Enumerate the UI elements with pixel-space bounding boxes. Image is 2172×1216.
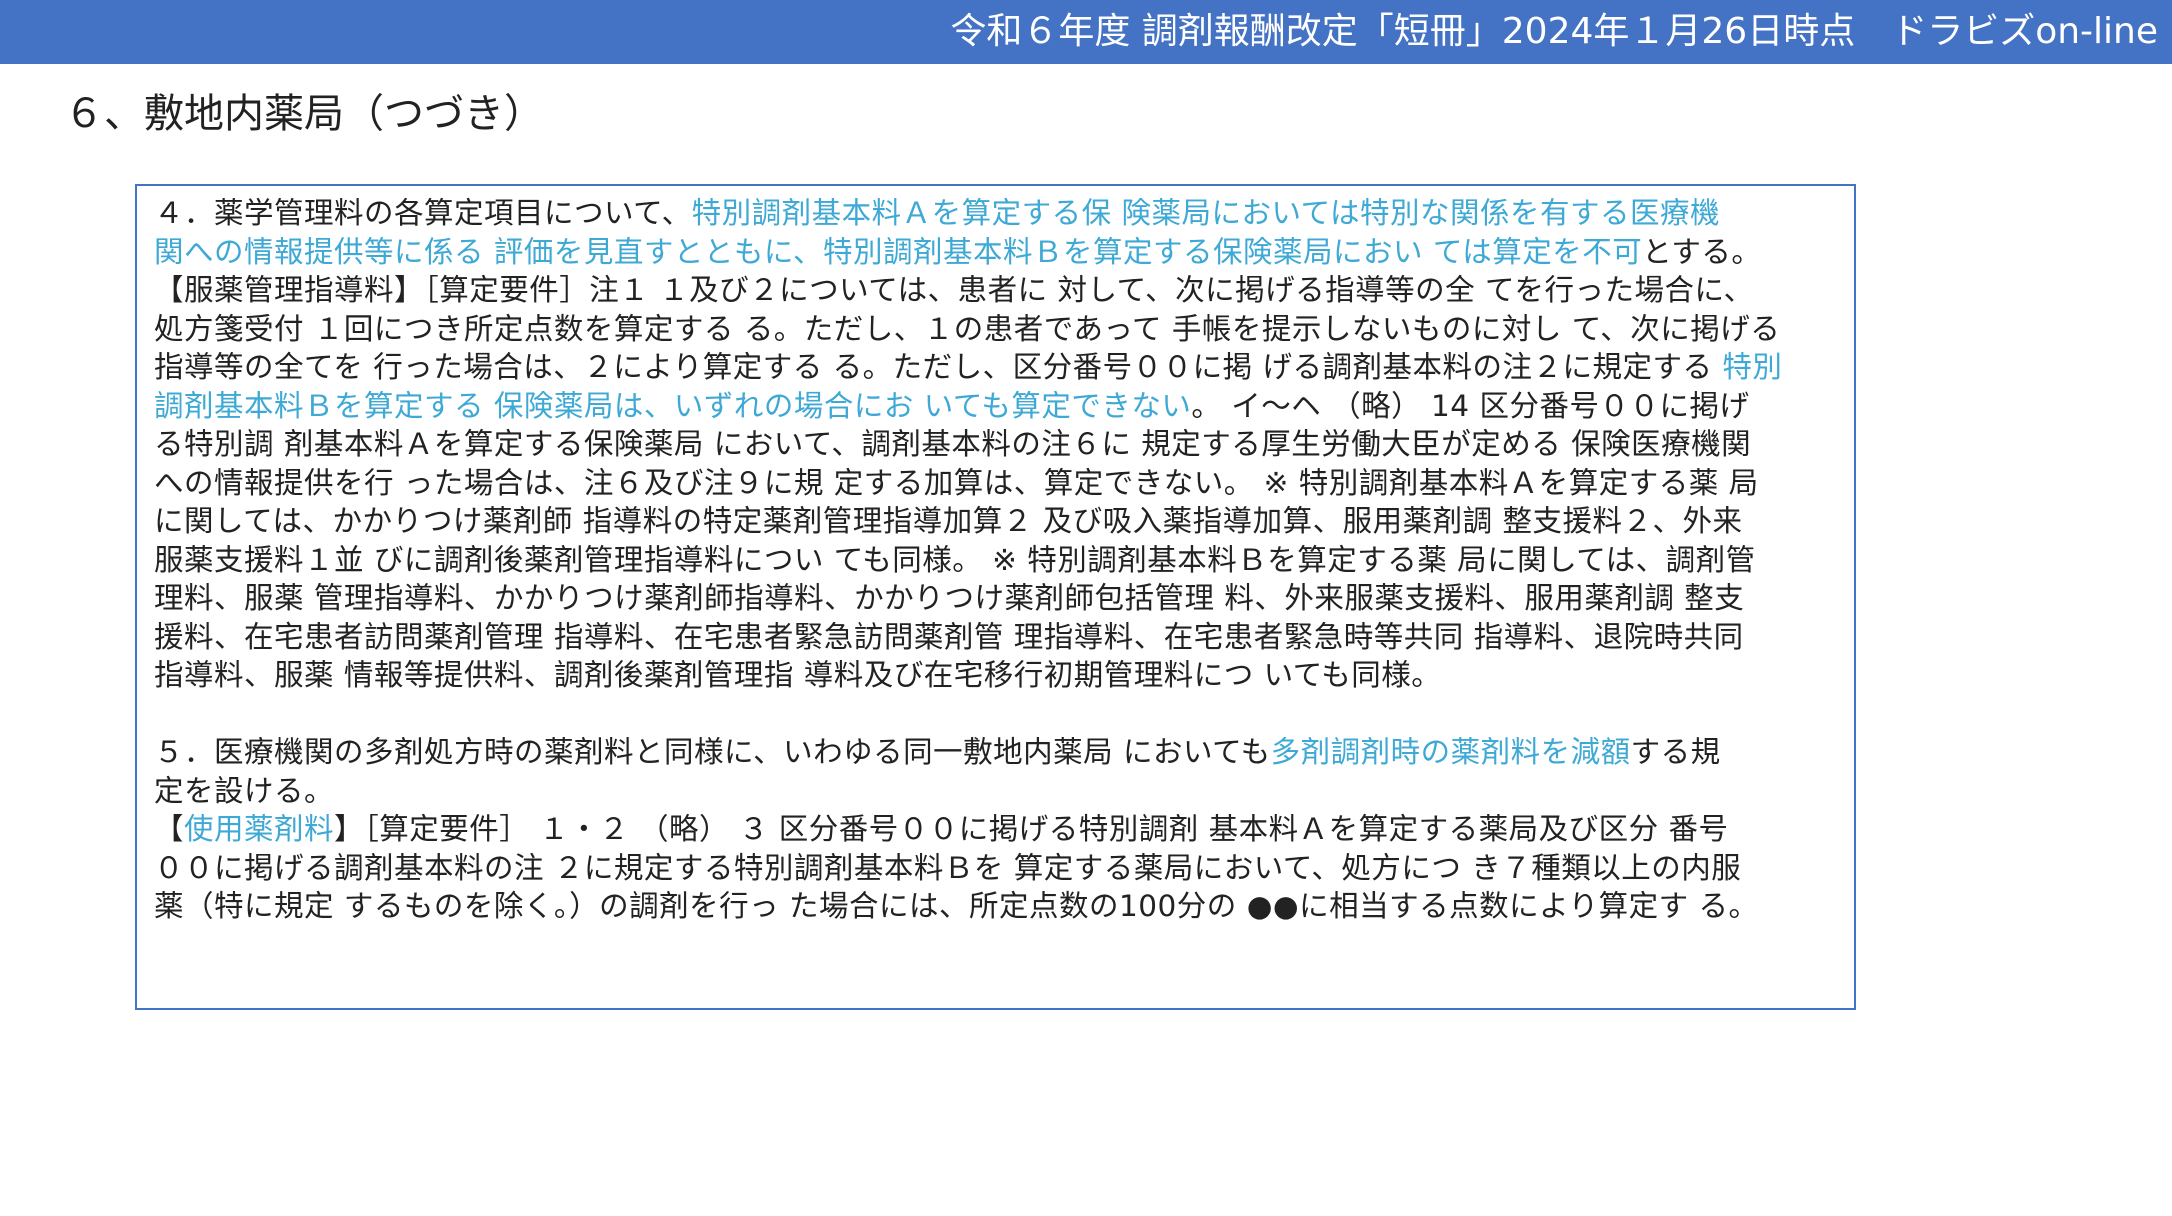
text-line: ００に掲げる調剤基本料の注 ２に規定する特別調剤基本料Ｂを 算定する薬局において… bbox=[154, 849, 1844, 888]
body-text: 【服薬管理指導料】［算定要件］注１ １及び２については、患者に 対して、次に掲げ… bbox=[154, 273, 1754, 307]
text-line: ４．薬学管理料の各算定項目について、特別調剤基本料Ａを算定する保 険薬局において… bbox=[154, 194, 1844, 233]
text-line: 服薬支援料１並 びに調剤後薬剤管理指導料につい ても同様。 ※ 特別調剤基本料Ｂ… bbox=[154, 541, 1844, 580]
body-text: る特別調 剤基本料Ａを算定する保険薬局 において、調剤基本料の注６に 規定する厚… bbox=[154, 427, 1752, 461]
text-line: への情報提供を行 った場合は、注６及び注９に規 定する加算は、算定できない。 ※… bbox=[154, 464, 1844, 503]
item-4-paragraph: ４．薬学管理料の各算定項目について、特別調剤基本料Ａを算定する保 険薬局において… bbox=[154, 194, 1844, 695]
item-5-paragraph: ５．医療機関の多剤処方時の薬剤料と同様に、いわゆる同一敷地内薬局 においても多剤… bbox=[154, 733, 1844, 926]
body-text: 処方箋受付 １回につき所定点数を算定する る。ただし、１の患者であって 手帳を提… bbox=[154, 311, 1781, 346]
text-line: 薬（特に規定 するものを除く。）の調剤を行っ た場合には、所定点数の100分の … bbox=[154, 887, 1844, 926]
body-text: 援料、在宅患者訪問薬剤管理 指導料、在宅患者緊急訪問薬剤管 理指導料、在宅患者緊… bbox=[154, 619, 1744, 654]
text-line: 調剤基本料Ｂを算定する 保険薬局は、いずれの場合にお いても算定できない。 イ〜… bbox=[154, 387, 1844, 426]
body-text: 服薬支援料１並 びに調剤後薬剤管理指導料につい ても同様。 ※ 特別調剤基本料Ｂ… bbox=[154, 542, 1756, 577]
header-title: 令和６年度 調剤報酬改定「短冊」2024年１月26日時点 ドラビズon-line bbox=[950, 11, 2158, 52]
body-text: 【 bbox=[154, 812, 185, 846]
body-text: 薬（特に規定 するものを除く。）の調剤を行っ た場合には、所定点数の100分の … bbox=[154, 889, 1759, 923]
body-text: ００に掲げる調剤基本料の注 ２に規定する特別調剤基本料Ｂを 算定する薬局において… bbox=[154, 850, 1742, 885]
header-bar: 令和６年度 調剤報酬改定「短冊」2024年１月26日時点 ドラビズon-line bbox=[0, 0, 2172, 64]
body-text: に関しては、かかりつけ薬剤師 指導料の特定薬剤管理指導加算２ 及び吸入薬指導加算… bbox=[154, 504, 1743, 538]
text-line: 理料、服薬 管理指導料、かかりつけ薬剤師指導料、かかりつけ薬剤師包括管理 料、外… bbox=[154, 579, 1844, 618]
body-text: とする。 bbox=[1642, 234, 1762, 269]
body-text: 指導等の全てを 行った場合は、２により算定する る。ただし、区分番号００に掲 げ… bbox=[154, 350, 1723, 384]
highlighted-text: 使用薬剤料 bbox=[184, 812, 335, 846]
body-text: 指導料、服薬 情報等提供料、調剤後薬剤管理指 導料及び在宅移行初期管理料につ い… bbox=[154, 658, 1442, 692]
body-text: 】［算定要件］ １・２ （略） ３ 区分番号００に掲げる特別調剤 基本料Ａを算定… bbox=[334, 812, 1729, 846]
text-line: 関への情報提供等に係る 評価を見直すとともに、特別調剤基本料Ｂを算定する保険薬局… bbox=[154, 233, 1844, 272]
highlighted-text: 調剤基本料Ｂを算定する 保険薬局は、いずれの場合にお いても算定できない bbox=[154, 388, 1192, 423]
text-line: 援料、在宅患者訪問薬剤管理 指導料、在宅患者緊急訪問薬剤管 理指導料、在宅患者緊… bbox=[154, 618, 1844, 657]
text-line: 指導等の全てを 行った場合は、２により算定する る。ただし、区分番号００に掲 げ… bbox=[154, 348, 1844, 387]
highlighted-text: 特別 bbox=[1722, 350, 1783, 384]
body-text: ５．医療機関の多剤処方時の薬剤料と同様に、いわゆる同一敷地内薬局 においても bbox=[154, 735, 1271, 769]
content-box: ４．薬学管理料の各算定項目について、特別調剤基本料Ａを算定する保 険薬局において… bbox=[135, 184, 1856, 1010]
text-line: 処方箋受付 １回につき所定点数を算定する る。ただし、１の患者であって 手帳を提… bbox=[154, 310, 1844, 349]
text-line: に関しては、かかりつけ薬剤師 指導料の特定薬剤管理指導加算２ 及び吸入薬指導加算… bbox=[154, 502, 1844, 541]
body-text: への情報提供を行 った場合は、注６及び注９に規 定する加算は、算定できない。 ※… bbox=[154, 465, 1759, 500]
body-text: 定を設ける。 bbox=[154, 773, 335, 808]
highlighted-text: 多剤調剤時の薬剤料を減額 bbox=[1270, 735, 1631, 769]
text-line: 指導料、服薬 情報等提供料、調剤後薬剤管理指 導料及び在宅移行初期管理料につ い… bbox=[154, 656, 1844, 695]
body-text: 理料、服薬 管理指導料、かかりつけ薬剤師指導料、かかりつけ薬剤師包括管理 料、外… bbox=[154, 581, 1745, 615]
highlighted-text: 特別調剤基本料Ａを算定する保 険薬局においては特別な関係を有する医療機 bbox=[691, 196, 1721, 230]
text-line: 【服薬管理指導料】［算定要件］注１ １及び２については、患者に 対して、次に掲げ… bbox=[154, 271, 1844, 310]
text-line: 定を設ける。 bbox=[154, 772, 1844, 811]
text-line: 【使用薬剤料】［算定要件］ １・２ （略） ３ 区分番号００に掲げる特別調剤 基… bbox=[154, 810, 1844, 849]
text-line: ５．医療機関の多剤処方時の薬剤料と同様に、いわゆる同一敷地内薬局 においても多剤… bbox=[154, 733, 1844, 772]
body-text: ４．薬学管理料の各算定項目について、 bbox=[154, 196, 692, 230]
body-text: 。 イ〜ヘ （略） 14 区分番号００に掲げ bbox=[1191, 388, 1750, 423]
section-title: ６、敷地内薬局（つづき） bbox=[64, 91, 544, 137]
body-text: する規 bbox=[1630, 735, 1721, 769]
text-line: る特別調 剤基本料Ａを算定する保険薬局 において、調剤基本料の注６に 規定する厚… bbox=[154, 425, 1844, 464]
highlighted-text: 関への情報提供等に係る 評価を見直すとともに、特別調剤基本料Ｂを算定する保険薬局… bbox=[154, 234, 1643, 269]
